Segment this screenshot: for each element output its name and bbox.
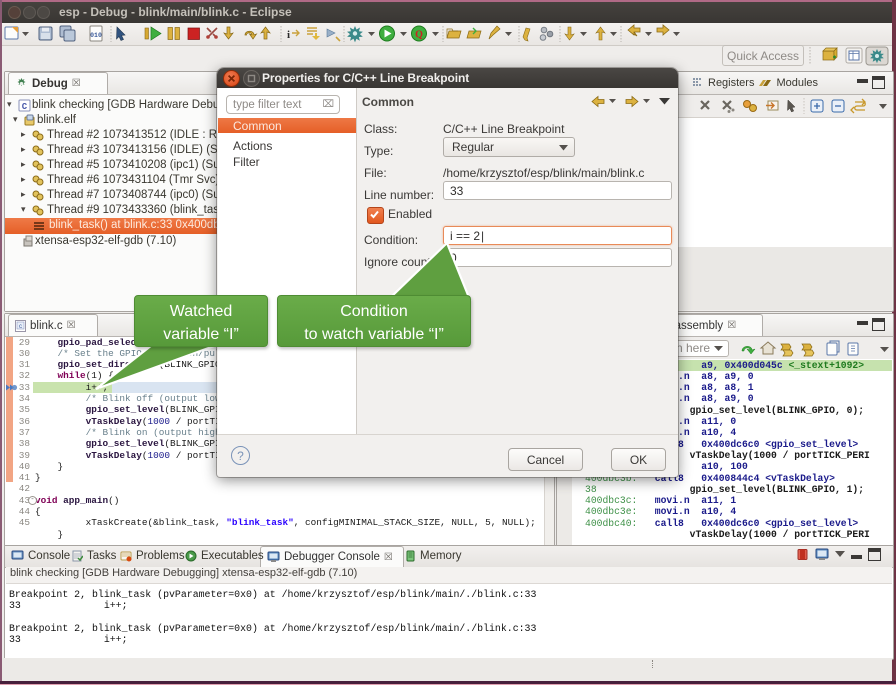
svg-text:i: i	[287, 29, 290, 41]
svg-text:010: 010	[90, 32, 102, 39]
svg-text:Q: Q	[415, 30, 423, 41]
svg-text:C: C	[22, 102, 28, 112]
svg-text:c: c	[19, 324, 22, 330]
